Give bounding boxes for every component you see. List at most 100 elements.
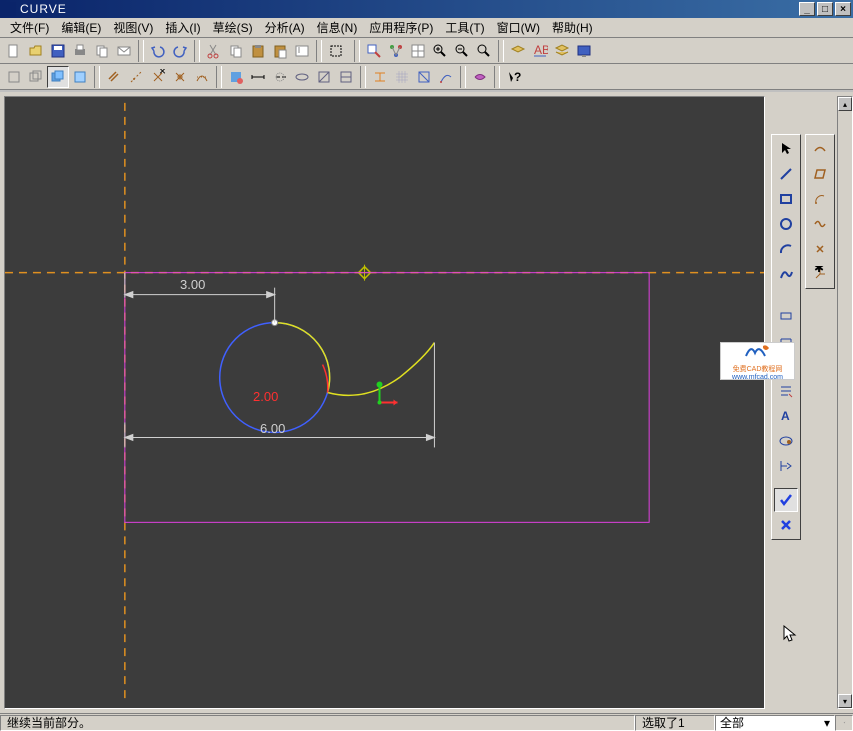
watermark-url: www.mfcad.com: [732, 374, 783, 381]
constraint-v-icon[interactable]: [269, 66, 291, 88]
print-icon[interactable]: [69, 40, 91, 62]
email-icon[interactable]: [113, 40, 135, 62]
scroll-up-icon[interactable]: ▴: [838, 97, 852, 111]
undo-icon[interactable]: [147, 40, 169, 62]
ref-dim-icon[interactable]: A: [774, 404, 798, 428]
menu-tools[interactable]: 工具(T): [439, 17, 490, 38]
zoom-out-icon[interactable]: [451, 40, 473, 62]
menu-window[interactable]: 窗口(W): [491, 17, 546, 38]
spline-free-icon[interactable]: [808, 212, 832, 236]
watermark-label: 免费CAD教程网: [732, 364, 783, 374]
vertical-scrollbar[interactable]: ▴ ▾: [837, 96, 853, 709]
select-arrow-icon[interactable]: [774, 137, 798, 161]
menu-app[interactable]: 应用程序(P): [363, 17, 439, 38]
csys-axes-icon[interactable]: ✱: [808, 262, 832, 286]
dim-grid-icon[interactable]: [391, 66, 413, 88]
fillet-icon[interactable]: [469, 66, 491, 88]
layers-mgr-icon[interactable]: [551, 40, 573, 62]
view-shade-icon[interactable]: [47, 66, 69, 88]
new-file-icon[interactable]: [3, 40, 25, 62]
extend-icon[interactable]: [435, 66, 457, 88]
constraint-tan-icon[interactable]: [313, 66, 335, 88]
zoom-in-icon[interactable]: [429, 40, 451, 62]
dim-modify-icon[interactable]: [774, 379, 798, 403]
redo-icon[interactable]: [169, 40, 191, 62]
datum-axis-icon[interactable]: [125, 66, 147, 88]
menu-file[interactable]: 文件(F): [4, 17, 55, 38]
sketch-canvas[interactable]: 3.00 6.00 2.00: [5, 97, 764, 708]
menu-edit[interactable]: 编辑(E): [55, 17, 107, 38]
datum-csys-icon[interactable]: [169, 66, 191, 88]
toolbar-sketch-primary: A: [771, 134, 801, 540]
constraint-perp-icon[interactable]: [291, 66, 313, 88]
svg-text:AB: AB: [534, 43, 548, 57]
status-filter-select[interactable]: 全部 ▾: [715, 715, 835, 731]
delete-icon[interactable]: [291, 40, 313, 62]
datum-point-icon[interactable]: ×: [147, 66, 169, 88]
status-tool-icon[interactable]: [835, 715, 853, 731]
close-button[interactable]: ×: [835, 2, 851, 16]
menu-view[interactable]: 视图(V): [107, 17, 159, 38]
spline-icon[interactable]: [774, 262, 798, 286]
zoom-tree-icon[interactable]: [385, 40, 407, 62]
constraint-para-icon[interactable]: [335, 66, 357, 88]
zoom-fit-icon[interactable]: [473, 40, 495, 62]
sketch-arc-icon[interactable]: [808, 137, 832, 161]
svg-text:×: ×: [159, 69, 166, 78]
view-wire-icon[interactable]: [69, 66, 91, 88]
statusbar: 继续当前部分。 选取了1 全部 ▾: [0, 713, 853, 731]
rectangle-icon[interactable]: [774, 187, 798, 211]
help-ctx-icon[interactable]: ?: [503, 66, 525, 88]
layer-icon[interactable]: [507, 40, 529, 62]
sketch-ref-icon[interactable]: [225, 66, 247, 88]
menu-sketch[interactable]: 草绘(S): [207, 17, 259, 38]
menu-insert[interactable]: 插入(I): [159, 17, 206, 38]
point-x-icon[interactable]: [808, 237, 832, 261]
dim-ord-icon[interactable]: [774, 304, 798, 328]
scroll-down-icon[interactable]: ▾: [838, 694, 852, 708]
svg-text:A: A: [781, 409, 790, 423]
menu-analysis[interactable]: 分析(A): [259, 17, 311, 38]
toolbar-sketch-secondary: ✱: [805, 134, 835, 289]
menu-help[interactable]: 帮助(H): [546, 17, 599, 38]
text-tool-icon[interactable]: [774, 429, 798, 453]
constraint-icon[interactable]: [774, 454, 798, 478]
status-message: 继续当前部分。: [0, 715, 635, 731]
parallelogram-icon[interactable]: [808, 162, 832, 186]
circle-icon[interactable]: [774, 212, 798, 236]
arc-icon[interactable]: [774, 237, 798, 261]
maximize-button[interactable]: □: [817, 2, 833, 16]
zoom-window-icon[interactable]: [363, 40, 385, 62]
app-icon: [2, 2, 16, 16]
line-icon[interactable]: [774, 162, 798, 186]
cut-icon[interactable]: [203, 40, 225, 62]
status-selection: 选取了1: [635, 715, 715, 731]
dimension-label-3[interactable]: 3.00: [180, 277, 205, 292]
done-check-icon[interactable]: [774, 488, 798, 512]
copy-icon[interactable]: [225, 40, 247, 62]
display-icon[interactable]: [573, 40, 595, 62]
cancel-x-icon[interactable]: [774, 513, 798, 537]
view-iso-icon[interactable]: [3, 66, 25, 88]
arc-3pt-icon[interactable]: [808, 187, 832, 211]
svg-text:✱: ✱: [814, 266, 824, 275]
toolbar-view: × ?: [0, 64, 853, 90]
refresh-icon[interactable]: [407, 40, 429, 62]
datum-plane-icon[interactable]: [103, 66, 125, 88]
constraint-h-icon[interactable]: [247, 66, 269, 88]
dimension-label-2[interactable]: 2.00: [253, 389, 278, 404]
view-front-icon[interactable]: [25, 66, 47, 88]
copy-clip-icon[interactable]: [91, 40, 113, 62]
menu-info[interactable]: 信息(N): [311, 17, 364, 38]
open-file-icon[interactable]: [25, 40, 47, 62]
save-icon[interactable]: [47, 40, 69, 62]
select-box-icon[interactable]: [325, 40, 347, 62]
trim-icon[interactable]: [413, 66, 435, 88]
dim-linear-icon[interactable]: [369, 66, 391, 88]
paste-icon[interactable]: [247, 40, 269, 62]
dimension-label-6[interactable]: 6.00: [260, 421, 285, 436]
datum-curve-icon[interactable]: [191, 66, 213, 88]
measure-icon[interactable]: AB: [529, 40, 551, 62]
paste-special-icon[interactable]: [269, 40, 291, 62]
minimize-button[interactable]: _: [799, 2, 815, 16]
